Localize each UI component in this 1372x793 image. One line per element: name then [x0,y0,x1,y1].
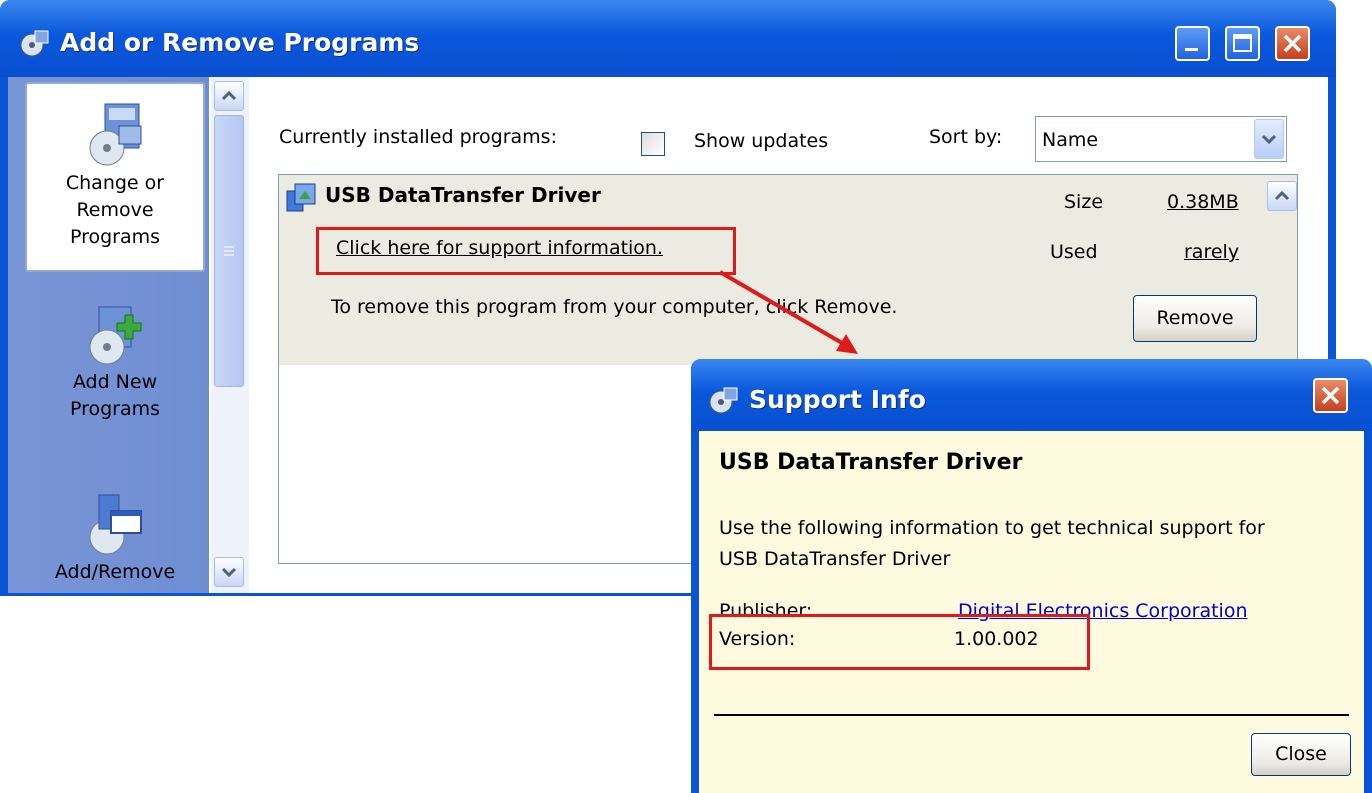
close-icon [1321,386,1340,405]
dialog-close-button[interactable] [1313,378,1348,413]
dialog-description-line2: USB DataTransfer Driver [719,548,951,570]
dialog-title: Support Info [749,385,926,414]
dialog-description-line1: Use the following information to get tec… [719,517,1265,539]
dialog-titlebar[interactable]: Support Info [691,359,1372,431]
version-highlight [709,614,1090,670]
dialog-program-name: USB DataTransfer Driver [719,450,1023,475]
dialog-separator [714,714,1349,716]
cd-box-icon [709,387,738,414]
support-info-dialog: Support Info USB DataTransfer Driver Use… [691,359,1372,793]
dialog-close-text-button[interactable]: Close [1251,733,1351,776]
dialog-body: USB DataTransfer Driver Use the followin… [699,431,1364,793]
